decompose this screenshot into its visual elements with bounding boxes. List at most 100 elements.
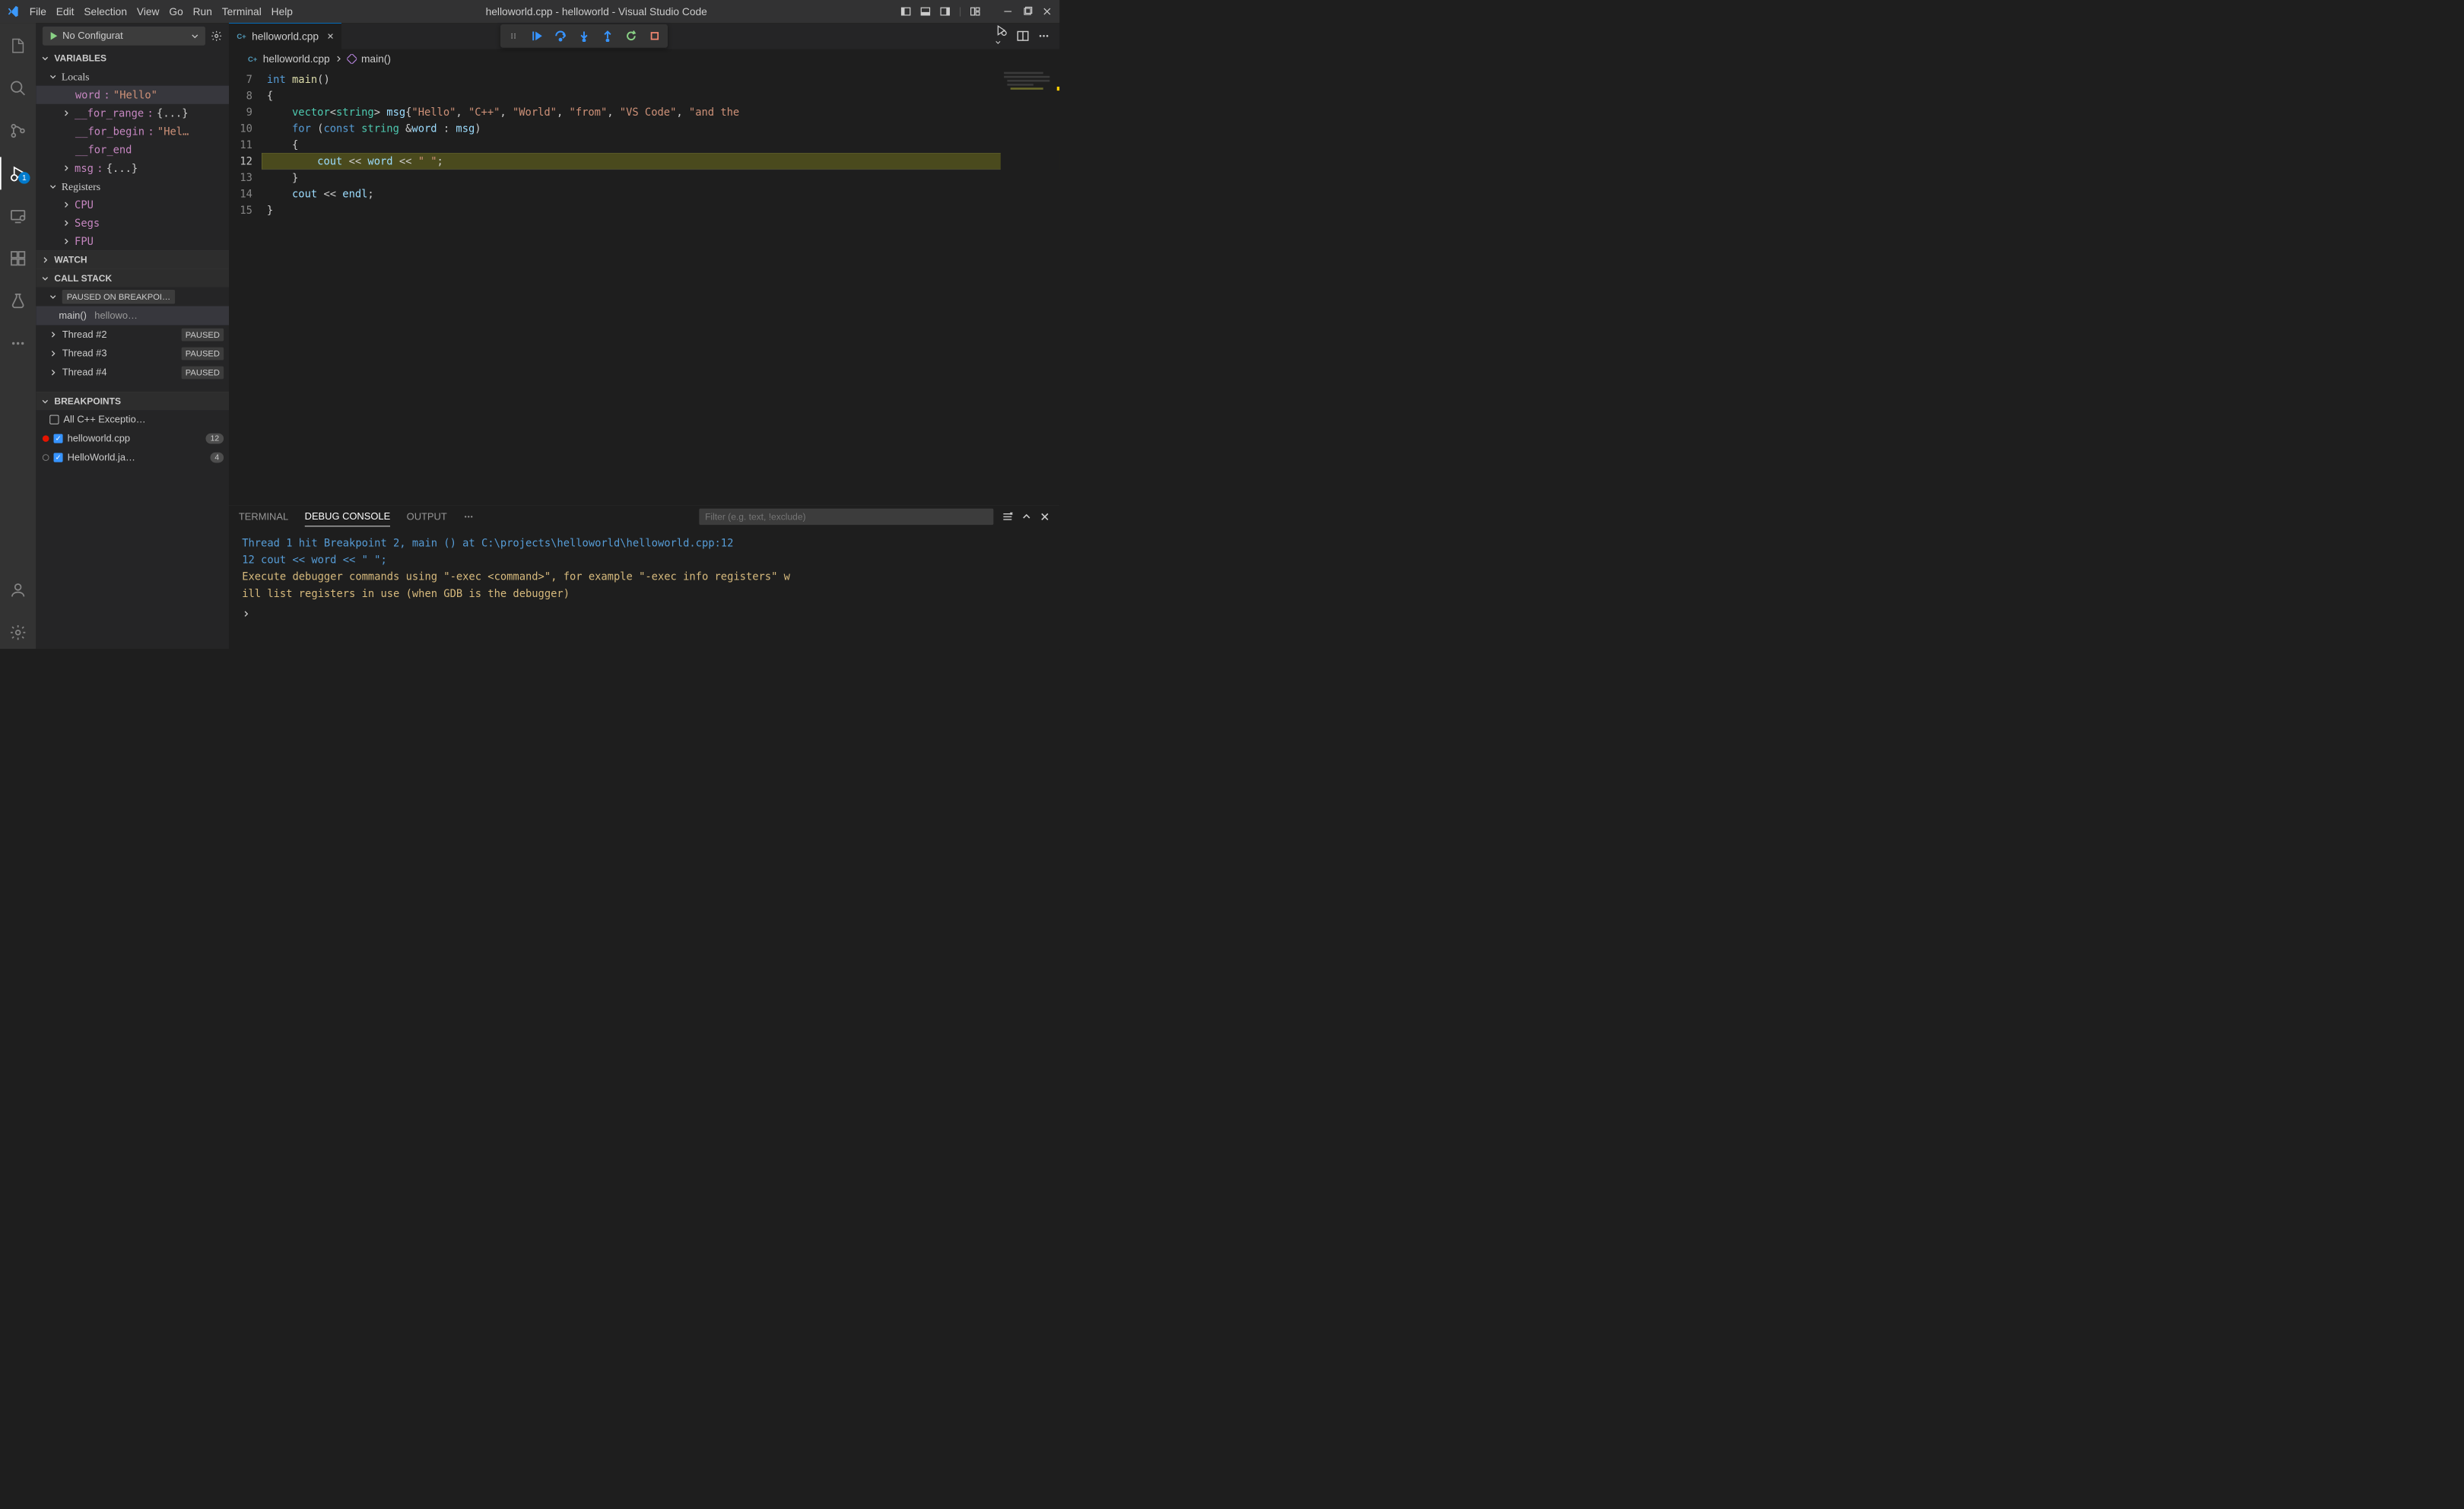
debug-config-select[interactable]: No Configurat [43, 27, 205, 46]
callstack-frame[interactable]: main() hellowo… [36, 306, 229, 325]
console-prompt-icon [242, 607, 249, 619]
debug-badge: 1 [18, 172, 30, 183]
var-for-end[interactable]: __for_end [36, 141, 229, 159]
activity-remote[interactable] [0, 199, 36, 232]
close-icon[interactable] [1040, 512, 1049, 522]
line-number: 9 [229, 104, 262, 121]
minimap[interactable] [1001, 68, 1059, 505]
reg-cpu[interactable]: CPU [36, 195, 229, 214]
thread-name: Thread #3 [62, 348, 178, 360]
cpp-file-icon: C+ [248, 54, 259, 65]
editor-area: C+ helloworld.cpp × C+ helloworld. [229, 23, 1059, 649]
section-callstack[interactable]: CALL STACK [36, 268, 229, 287]
code-editor[interactable]: 7 8 9 10 11 12 13 14 15 int main() { vec… [229, 68, 1059, 505]
checkbox-icon[interactable]: ✓ [54, 434, 63, 443]
var-for-range[interactable]: __for_range: {...} [36, 104, 229, 122]
more-icon[interactable] [463, 512, 474, 523]
window-close-icon[interactable] [1041, 5, 1053, 17]
checkbox-icon[interactable] [49, 415, 59, 424]
activity-run-debug[interactable]: 1 [0, 157, 36, 189]
thread-row[interactable]: Thread #4 PAUSED [36, 363, 229, 382]
thread-name: Thread #2 [62, 329, 178, 341]
breadcrumb-symbol[interactable]: main() [361, 52, 391, 65]
console-filter-input[interactable] [699, 509, 993, 526]
var-for-begin[interactable]: __for_begin: "Hel… [36, 122, 229, 141]
layout-sidebar-right-icon[interactable] [939, 5, 951, 17]
layout-customize-icon[interactable] [970, 5, 981, 17]
run-debug-dropdown-icon[interactable] [995, 24, 1008, 48]
chevron-up-icon[interactable] [1021, 512, 1031, 522]
menu-edit[interactable]: Edit [56, 5, 75, 17]
layout-sidebar-left-icon[interactable] [900, 5, 911, 17]
console-output[interactable]: Thread 1 hit Breakpoint 2, main () at C:… [229, 528, 1059, 649]
activity-search[interactable] [0, 72, 36, 105]
chevron-right-icon [62, 164, 71, 172]
locals-scope[interactable]: Locals [36, 68, 229, 86]
bp-count: 4 [210, 453, 224, 463]
menu-help[interactable]: Help [271, 5, 293, 17]
menu-run[interactable]: Run [193, 5, 212, 17]
clear-console-icon[interactable] [1002, 511, 1014, 523]
step-over-icon[interactable] [554, 30, 567, 43]
section-variables[interactable]: VARIABLES [36, 49, 229, 68]
activity-extensions[interactable] [0, 242, 36, 275]
tab-debug-console[interactable]: DEBUG CONSOLE [305, 507, 391, 527]
step-out-icon[interactable] [601, 30, 614, 43]
section-watch[interactable]: WATCH [36, 250, 229, 268]
window-minimize-icon[interactable] [1002, 5, 1014, 17]
current-breakpoint-icon [229, 157, 230, 165]
callstack-paused-row[interactable]: PAUSED ON BREAKPOI… [36, 288, 229, 307]
chevron-right-icon [49, 369, 59, 376]
checkbox-icon[interactable]: ✓ [54, 453, 63, 462]
restart-icon[interactable] [624, 30, 637, 43]
menu-file[interactable]: File [30, 5, 46, 17]
console-line: ill list registers in use (when GDB is t… [242, 587, 570, 599]
activity-source-control[interactable] [0, 115, 36, 148]
var-msg[interactable]: msg: {...} [36, 159, 229, 177]
continue-icon[interactable] [530, 30, 543, 43]
step-into-icon[interactable] [577, 30, 590, 43]
bp-helloworld-java[interactable]: ✓ HelloWorld.ja… 4 [36, 448, 229, 467]
code-content[interactable]: int main() { vector<string> msg{"Hello",… [262, 68, 1059, 505]
menu-view[interactable]: View [137, 5, 160, 17]
breadcrumbs[interactable]: C+ helloworld.cpp main() [229, 49, 1059, 69]
activity-accounts[interactable] [0, 573, 36, 606]
more-icon[interactable] [1038, 30, 1049, 42]
drag-handle-icon[interactable] [507, 30, 520, 43]
bp-helloworld[interactable]: ✓ helloworld.cpp 12 [36, 429, 229, 448]
debug-toolbar[interactable] [500, 24, 668, 48]
tab-terminal[interactable]: TERMINAL [239, 507, 288, 526]
menu-go[interactable]: Go [169, 5, 183, 17]
activity-settings[interactable] [0, 616, 36, 649]
frame-function: main() [59, 310, 87, 322]
thread-row[interactable]: Thread #3 PAUSED [36, 344, 229, 363]
tab-helloworld[interactable]: C+ helloworld.cpp × [229, 23, 341, 49]
menu-selection[interactable]: Selection [84, 5, 127, 17]
reg-segs[interactable]: Segs [36, 214, 229, 232]
chevron-down-icon [49, 183, 59, 190]
registers-scope[interactable]: Registers [36, 177, 229, 195]
tab-output[interactable]: OUTPUT [407, 507, 447, 526]
vscode-logo-icon [7, 5, 20, 17]
close-icon[interactable]: × [327, 30, 334, 43]
split-editor-icon[interactable] [1017, 30, 1028, 42]
section-breakpoints[interactable]: BREAKPOINTS [36, 392, 229, 410]
thread-row[interactable]: Thread #2 PAUSED [36, 325, 229, 344]
bp-exceptions[interactable]: All C++ Exceptio… [36, 410, 229, 429]
activity-testing[interactable] [0, 284, 36, 317]
breadcrumb-file[interactable]: helloworld.cpp [263, 52, 330, 65]
activity-more[interactable] [0, 327, 36, 360]
stop-icon[interactable] [648, 30, 661, 43]
window-maximize-icon[interactable] [1021, 5, 1033, 17]
layout-panel-icon[interactable] [919, 5, 931, 17]
menu-terminal[interactable]: Terminal [222, 5, 262, 17]
reg-fpu[interactable]: FPU [36, 232, 229, 250]
symbol-icon [347, 54, 357, 64]
reg-name: Segs [75, 217, 100, 229]
var-name: __for_begin [75, 125, 144, 138]
var-word[interactable]: word: "Hello" [36, 86, 229, 104]
chevron-right-icon [62, 110, 71, 117]
var-value: {...} [157, 107, 188, 119]
activity-explorer[interactable] [0, 30, 36, 62]
gear-icon[interactable] [211, 30, 222, 42]
